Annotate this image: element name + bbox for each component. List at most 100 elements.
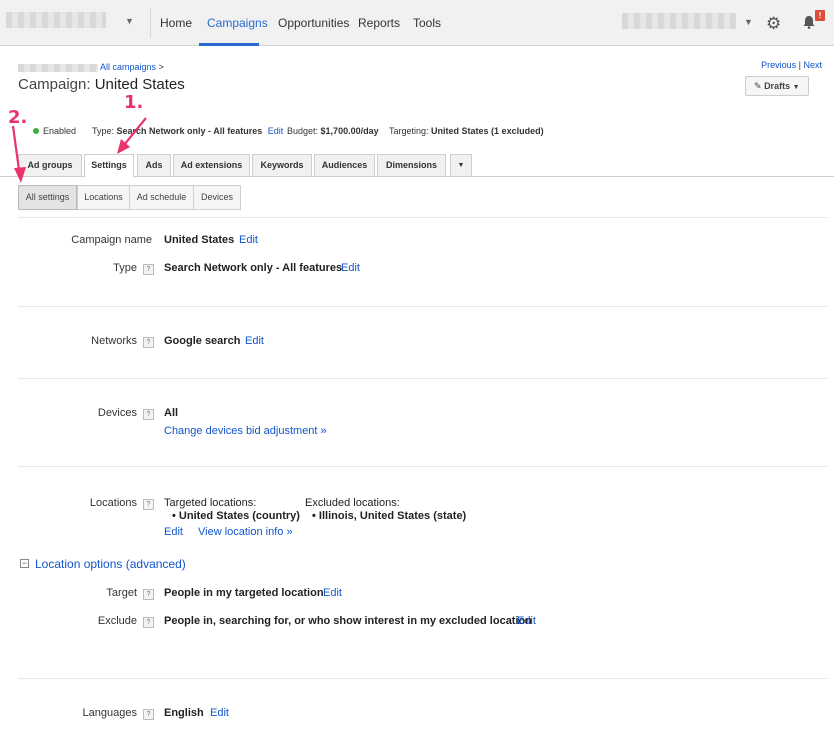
tab-ads[interactable]: Ads <box>137 154 171 177</box>
type-help-icon[interactable]: ? <box>143 264 154 275</box>
devices-label: Devices <box>97 407 137 419</box>
locations-help-icon[interactable]: ? <box>143 499 154 510</box>
breadcrumb-account-redacted[interactable] <box>18 63 98 72</box>
languages-help-icon[interactable]: ? <box>143 709 154 720</box>
targeting-summary: Targeting: United States (1 excluded) <box>389 126 544 136</box>
campaign-name-value: United States <box>164 234 235 246</box>
drafts-label: Drafts <box>764 81 791 91</box>
nav-campaigns[interactable]: Campaigns <box>207 16 268 30</box>
tab-settings[interactable]: Settings <box>84 154 134 178</box>
change-devices-bid-link[interactable]: Change devices bid adjustment » <box>164 425 327 437</box>
notification-badge[interactable]: ! <box>815 10 825 21</box>
target-value: People in my targeted location <box>164 587 324 599</box>
exclude-label: Exclude <box>97 615 137 627</box>
targeting-value: United States (1 excluded) <box>431 126 544 136</box>
campaign-title: United States <box>94 76 185 93</box>
languages-label: Languages <box>82 707 137 719</box>
page-title-prefix: Campaign: <box>18 76 91 93</box>
type-edit-link[interactable]: Edit <box>268 126 284 136</box>
type-row-edit-link[interactable]: Edit <box>341 262 360 274</box>
subtab-all-settings[interactable]: All settings <box>18 185 77 210</box>
tab-dimensions[interactable]: Dimensions <box>377 154 446 177</box>
type-value: Search Network only - All features <box>116 126 263 136</box>
targeted-location-item: • United States (country) <box>172 510 300 522</box>
campaign-name-label: Campaign name <box>71 234 152 246</box>
breadcrumb-separator: > <box>158 62 164 72</box>
target-label: Target <box>106 587 137 599</box>
networks-edit-link[interactable]: Edit <box>245 335 264 347</box>
excluded-location-text: Illinois, United States (state) <box>318 510 467 522</box>
budget-value: $1,700.00/day <box>320 126 379 136</box>
type-label: Type: <box>92 126 115 136</box>
campaign-type-summary: Type: Search Network only - All features… <box>92 126 283 136</box>
subtab-ad-schedule[interactable]: Ad schedule <box>129 185 194 210</box>
devices-value: All <box>164 407 179 419</box>
tab-ad-groups[interactable]: Ad groups <box>18 154 82 177</box>
locations-edit-link[interactable]: Edit <box>164 526 183 538</box>
devices-help-icon[interactable]: ? <box>143 409 154 420</box>
bullet-icon: • <box>312 510 319 522</box>
pager-separator: | <box>798 60 801 70</box>
pager: Previous | Next <box>761 60 822 70</box>
page-title: Campaign: United States <box>18 76 185 93</box>
languages-value: English <box>164 707 204 719</box>
location-options-toggle[interactable]: Location options (advanced) <box>35 557 186 571</box>
nav-active-indicator <box>199 43 259 46</box>
section-divider <box>18 678 828 679</box>
tab-more-dropdown[interactable]: ▼ <box>450 154 472 177</box>
exclude-help-icon[interactable]: ? <box>143 617 154 628</box>
top-navigation: ▼ Home Campaigns Opportunities Reports T… <box>0 0 834 46</box>
networks-label: Networks <box>91 335 137 347</box>
tab-ad-extensions[interactable]: Ad extensions <box>173 154 250 177</box>
budget-label: Budget: <box>287 126 319 136</box>
pencil-icon: ✎ <box>754 81 762 91</box>
bullet-icon: • <box>172 510 179 522</box>
nav-reports[interactable]: Reports <box>358 16 400 30</box>
section-divider <box>18 466 828 467</box>
section-divider <box>18 306 828 307</box>
gear-icon[interactable]: ⚙ <box>766 14 781 34</box>
campaign-status: Enabled <box>33 126 76 136</box>
nav-divider <box>150 8 151 38</box>
excluded-location-item: • Illinois, United States (state) <box>312 510 466 522</box>
account-name-redacted[interactable] <box>6 12 106 28</box>
subtab-locations[interactable]: Locations <box>77 185 130 210</box>
nav-tools[interactable]: Tools <box>413 16 441 30</box>
account-chevron-down-icon[interactable]: ▼ <box>125 16 134 26</box>
view-location-info-link[interactable]: View location info » <box>198 526 293 538</box>
drafts-button[interactable]: ✎ Drafts ▼ <box>745 76 809 96</box>
section-divider <box>18 217 828 218</box>
targeting-label: Targeting: <box>389 126 429 136</box>
tab-audiences[interactable]: Audiences <box>314 154 375 177</box>
targeted-locations-heading: Targeted locations: <box>164 497 257 509</box>
languages-edit-link[interactable]: Edit <box>210 707 229 719</box>
type-row-value: Search Network only - All features <box>164 262 343 274</box>
nav-home[interactable]: Home <box>160 16 192 30</box>
section-divider <box>18 378 828 379</box>
user-account-redacted[interactable] <box>622 13 736 29</box>
annotation-two: 2. <box>8 107 28 128</box>
collapse-minus-icon[interactable]: − <box>20 559 29 568</box>
networks-help-icon[interactable]: ? <box>143 337 154 348</box>
budget-summary: Budget: $1,700.00/day <box>287 126 379 136</box>
breadcrumb: All campaigns > <box>18 62 164 72</box>
excluded-locations-heading: Excluded locations: <box>305 497 400 509</box>
annotation-one: 1. <box>124 92 144 113</box>
target-edit-link[interactable]: Edit <box>323 587 342 599</box>
campaign-name-edit-link[interactable]: Edit <box>239 234 258 246</box>
nav-opportunities[interactable]: Opportunities <box>278 16 349 30</box>
bell-icon[interactable] <box>802 15 816 29</box>
enabled-status-icon <box>33 128 39 134</box>
tab-keywords[interactable]: Keywords <box>252 154 312 177</box>
chevron-down-icon: ▼ <box>792 84 800 91</box>
subtab-devices[interactable]: Devices <box>193 185 241 210</box>
networks-value: Google search <box>164 335 241 347</box>
targeted-location-text: United States (country) <box>178 510 300 522</box>
breadcrumb-all-campaigns[interactable]: All campaigns <box>100 62 156 72</box>
target-help-icon[interactable]: ? <box>143 589 154 600</box>
exclude-value: People in, searching for, or who show in… <box>164 615 532 627</box>
user-chevron-down-icon[interactable]: ▼ <box>744 17 753 27</box>
exclude-edit-link[interactable]: Edit <box>517 615 536 627</box>
next-link[interactable]: Next <box>803 60 822 70</box>
previous-link[interactable]: Previous <box>761 60 796 70</box>
